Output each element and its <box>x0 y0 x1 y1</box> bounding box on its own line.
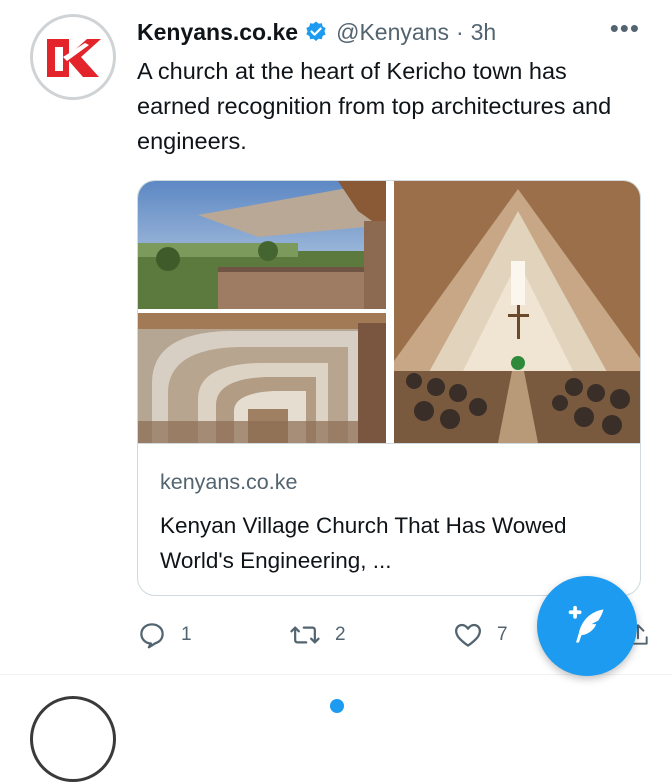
tweet-header: Kenyans.co.ke @Kenyans · 3h ••• <box>137 14 644 50</box>
link-domain: kenyans.co.ke <box>160 470 298 494</box>
avatar[interactable] <box>30 14 116 100</box>
tweet-divider <box>0 674 672 675</box>
heart-icon <box>455 623 481 647</box>
user-handle[interactable]: @Kenyans <box>336 19 449 46</box>
church-interior-congregation-image <box>394 181 640 443</box>
link-title[interactable]: Kenyan Village Church That Has Wowed Wor… <box>160 508 620 578</box>
compose-tweet-button[interactable] <box>537 576 637 676</box>
like-count: 7 <box>497 624 508 645</box>
reply-button[interactable]: 1 <box>137 620 192 650</box>
display-name[interactable]: Kenyans.co.ke <box>137 19 298 46</box>
retweet-icon <box>290 626 320 644</box>
retweet-count: 2 <box>335 624 346 645</box>
retweet-button[interactable]: 2 <box>289 620 346 650</box>
next-tweet-avatar[interactable] <box>30 696 116 782</box>
reply-icon <box>140 623 164 649</box>
separator: · <box>455 18 464 45</box>
kenyans-logo-icon <box>35 19 111 95</box>
more-options-icon[interactable]: ••• <box>610 15 640 41</box>
reply-count: 1 <box>181 624 192 645</box>
like-button[interactable]: 7 <box>453 620 508 650</box>
link-card-body: kenyans.co.ke Kenyan Village Church That… <box>138 443 640 573</box>
next-tweet-verified-badge-icon <box>330 699 344 713</box>
tweet-text: A church at the heart of Kericho town ha… <box>137 58 612 154</box>
church-roof-exterior-image <box>138 181 386 309</box>
church-arched-corridor-image <box>138 313 386 443</box>
verified-badge-icon <box>304 20 328 44</box>
compose-feather-icon <box>568 605 604 643</box>
link-card[interactable]: kenyans.co.ke Kenyan Village Church That… <box>137 180 641 596</box>
timestamp[interactable]: 3h <box>471 19 497 46</box>
